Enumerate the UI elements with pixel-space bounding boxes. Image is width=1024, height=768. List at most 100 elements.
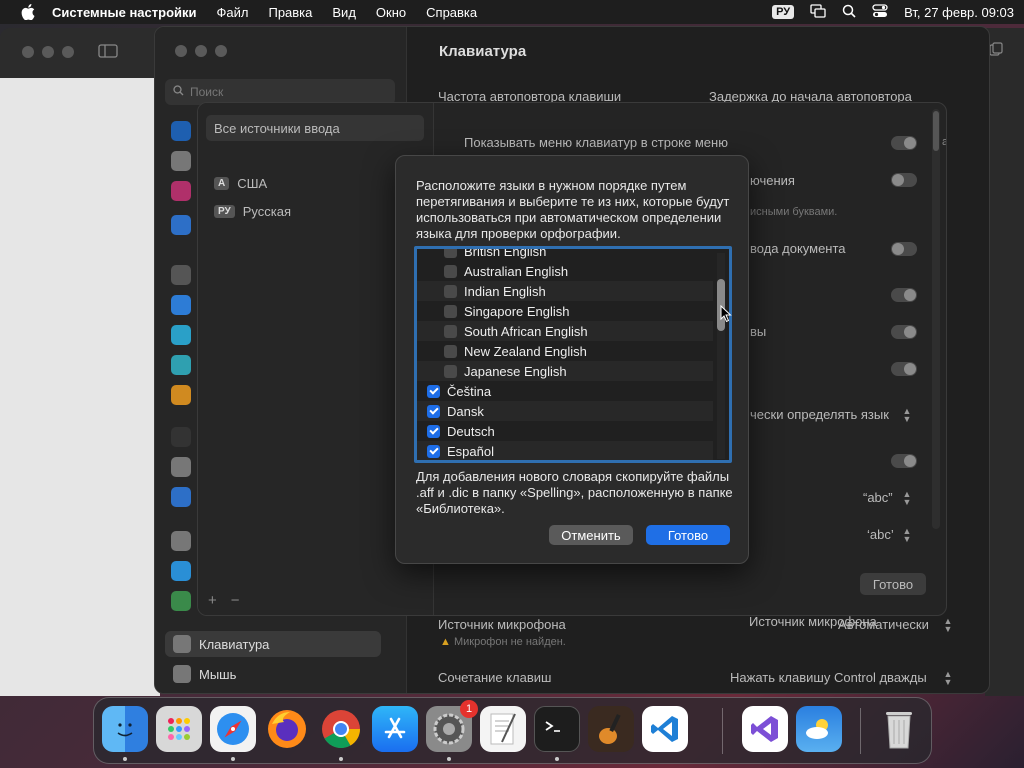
visual-studio-icon[interactable] bbox=[742, 706, 788, 752]
sidebar-item-keyboard[interactable]: Клавиатура bbox=[165, 631, 381, 657]
shortcut-value[interactable]: Нажать клавишу Control дважды bbox=[730, 670, 927, 685]
users-groups-icon[interactable] bbox=[171, 487, 191, 507]
list-item[interactable]: Dansk bbox=[417, 401, 713, 421]
double-quotes-value[interactable]: “abc” bbox=[863, 490, 893, 505]
passwords-icon[interactable] bbox=[171, 531, 191, 551]
list-item[interactable]: Australian English bbox=[417, 261, 713, 281]
checkbox-checked[interactable] bbox=[427, 444, 440, 458]
sheet-scrollbar[interactable] bbox=[932, 109, 940, 529]
single-quotes-value[interactable]: ‘abc’ bbox=[867, 527, 894, 542]
apple-menu-icon[interactable] bbox=[20, 4, 36, 20]
finder-icon[interactable] bbox=[102, 706, 148, 752]
toggle-6[interactable] bbox=[891, 454, 917, 468]
menu-view[interactable]: Вид bbox=[332, 5, 356, 20]
all-input-sources-item[interactable]: Все источники ввода bbox=[206, 115, 424, 141]
game-center-icon[interactable] bbox=[171, 591, 191, 611]
cancel-button[interactable]: Отменить bbox=[549, 525, 633, 545]
list-item[interactable]: South African English bbox=[417, 321, 713, 341]
system-settings-icon[interactable]: 1 bbox=[426, 700, 478, 752]
sidebar-item-mouse[interactable]: Мышь bbox=[165, 661, 381, 687]
list-item[interactable]: Español bbox=[417, 441, 713, 460]
wallpaper-icon[interactable] bbox=[171, 325, 191, 345]
checkbox-checked[interactable] bbox=[427, 404, 440, 418]
show-menu-toggle[interactable] bbox=[891, 136, 917, 150]
toggle-3[interactable] bbox=[891, 288, 917, 302]
language-list[interactable]: British English Australian English India… bbox=[414, 246, 732, 463]
remove-source-button[interactable]: − bbox=[231, 592, 240, 609]
weather-icon[interactable] bbox=[796, 706, 842, 752]
ok-button[interactable]: Готово bbox=[646, 525, 730, 545]
menu-clock[interactable]: Вт, 27 февр. 09:03 bbox=[904, 5, 1014, 20]
zoom-icon[interactable] bbox=[62, 46, 74, 58]
app-store-icon[interactable] bbox=[372, 706, 418, 752]
garageband-icon[interactable] bbox=[588, 706, 634, 752]
checkbox[interactable] bbox=[444, 304, 457, 318]
screensaver-icon[interactable] bbox=[171, 355, 191, 375]
textedit-icon[interactable] bbox=[480, 706, 526, 752]
touch-id-icon[interactable] bbox=[171, 457, 191, 477]
shortcut-stepper-icon[interactable]: ▲ ▼ bbox=[943, 670, 953, 687]
list-item[interactable]: British English bbox=[417, 249, 713, 261]
language-stepper-icon[interactable]: ▲ ▼ bbox=[902, 407, 912, 424]
close-icon[interactable] bbox=[22, 46, 34, 58]
menu-file[interactable]: Файл bbox=[217, 5, 249, 20]
double-quotes-stepper-icon[interactable]: ▲ ▼ bbox=[902, 490, 912, 507]
copy-icon[interactable] bbox=[989, 42, 1003, 59]
toggle-5[interactable] bbox=[891, 362, 917, 376]
siri-icon[interactable] bbox=[171, 181, 191, 201]
zoom-icon[interactable] bbox=[215, 45, 227, 57]
toggle-4[interactable] bbox=[891, 325, 917, 339]
list-item[interactable]: Deutsch bbox=[417, 421, 713, 441]
single-quotes-stepper-icon[interactable]: ▲ ▼ bbox=[902, 527, 912, 544]
spotlight-search-icon[interactable] bbox=[842, 4, 856, 21]
internet-accounts-icon[interactable] bbox=[171, 561, 191, 581]
menu-help[interactable]: Справка bbox=[426, 5, 477, 20]
battery-icon[interactable] bbox=[171, 385, 191, 405]
list-item[interactable]: New Zealand English bbox=[417, 341, 713, 361]
sidebar-toggle-icon[interactable] bbox=[98, 44, 118, 61]
sheet-done-button[interactable]: Готово bbox=[860, 573, 926, 595]
menu-edit[interactable]: Правка bbox=[268, 5, 312, 20]
minimize-icon[interactable] bbox=[42, 46, 54, 58]
firefox-icon[interactable] bbox=[264, 706, 310, 752]
checkbox-checked[interactable] bbox=[427, 384, 440, 398]
control-center-icon[interactable] bbox=[872, 3, 888, 21]
checkbox[interactable] bbox=[444, 324, 457, 338]
launchpad-icon[interactable] bbox=[156, 706, 202, 752]
terminal-icon[interactable] bbox=[534, 706, 580, 752]
lock-screen-icon[interactable] bbox=[171, 427, 191, 447]
list-item[interactable]: Singapore English bbox=[417, 301, 713, 321]
input-source-russian[interactable]: РУ Русская bbox=[214, 204, 291, 219]
control-center-settings-icon[interactable] bbox=[171, 151, 191, 171]
menu-app-name[interactable]: Системные настройки bbox=[52, 5, 197, 20]
minimize-icon[interactable] bbox=[195, 45, 207, 57]
checkbox-checked[interactable] bbox=[427, 424, 440, 438]
toggle-2[interactable] bbox=[891, 242, 917, 256]
trash-icon[interactable] bbox=[876, 706, 922, 752]
close-icon[interactable] bbox=[175, 45, 187, 57]
chrome-icon[interactable] bbox=[318, 706, 364, 752]
displays-icon[interactable] bbox=[171, 295, 191, 315]
desktop-dock-icon[interactable] bbox=[171, 265, 191, 285]
input-source-us[interactable]: A США bbox=[214, 176, 267, 191]
checkbox[interactable] bbox=[444, 344, 457, 358]
toggle-1[interactable] bbox=[891, 173, 917, 187]
input-source-badge[interactable]: РУ bbox=[772, 5, 795, 19]
vscode-icon[interactable] bbox=[642, 706, 688, 752]
safari-icon[interactable] bbox=[210, 706, 256, 752]
checkbox[interactable] bbox=[444, 364, 457, 378]
checkbox[interactable] bbox=[444, 249, 457, 258]
checkbox[interactable] bbox=[444, 284, 457, 298]
mic-source-value[interactable]: Автоматически bbox=[838, 617, 929, 632]
accessibility-icon[interactable] bbox=[171, 121, 191, 141]
menu-window[interactable]: Окно bbox=[376, 5, 406, 20]
list-item[interactable]: Čeština bbox=[417, 381, 713, 401]
add-source-button[interactable]: + bbox=[208, 592, 217, 609]
privacy-icon[interactable] bbox=[171, 215, 191, 235]
screen-mirroring-icon[interactable] bbox=[810, 3, 826, 21]
checkbox[interactable] bbox=[444, 264, 457, 278]
list-item[interactable]: Indian English bbox=[417, 281, 713, 301]
list-item[interactable]: Japanese English bbox=[417, 361, 713, 381]
language-list-scrollbar[interactable] bbox=[717, 253, 725, 459]
partial-label-5[interactable]: чески определять язык bbox=[750, 407, 889, 422]
